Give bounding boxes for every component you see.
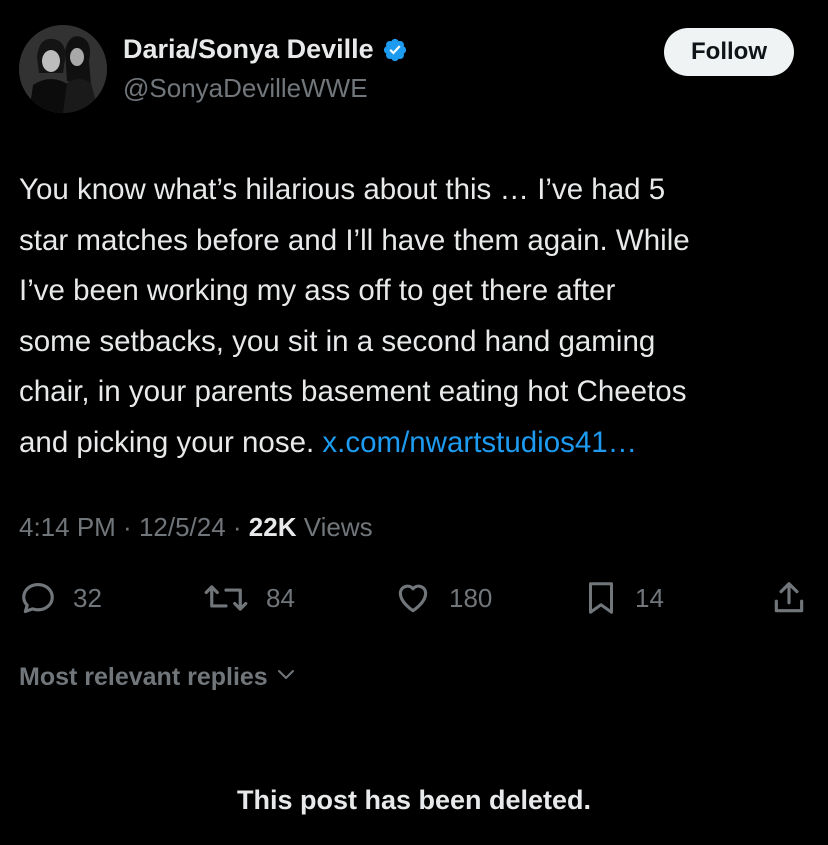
tweet-text-line: and picking your nose. xyxy=(19,425,323,459)
author-name-text[interactable]: Daria/Sonya Deville xyxy=(123,34,374,65)
bookmark-button[interactable]: 14 xyxy=(583,579,664,617)
repost-icon[interactable] xyxy=(202,579,250,617)
tweet-text-last-line: and picking your nose. x.com/nwartstudio… xyxy=(19,418,811,469)
tweet-link[interactable]: x.com/nwartstudios41… xyxy=(322,426,637,459)
chevron-down-icon[interactable] xyxy=(274,662,298,693)
follow-button[interactable]: Follow xyxy=(664,28,794,76)
tweet-text-line: some setbacks, you sit in a second hand … xyxy=(19,324,656,358)
like-count[interactable]: 180 xyxy=(449,583,492,614)
tweet-text-line: I’ve been working my ass off to get ther… xyxy=(19,274,616,308)
share-icon[interactable] xyxy=(770,579,808,617)
tweet-meta: 4:14 PM · 12/5/24 · 22K Views xyxy=(19,512,373,543)
reply-icon[interactable] xyxy=(19,579,57,617)
heart-icon[interactable] xyxy=(393,579,433,617)
tweet-text-line: You know what’s hilarious about this … I… xyxy=(19,173,666,206)
tweet-text-line: chair, in your parents basement eating h… xyxy=(19,375,687,409)
like-button[interactable]: 180 xyxy=(393,579,492,617)
tweet-actions: 32 84 180 14 xyxy=(0,575,828,621)
views-count[interactable]: 22K xyxy=(249,512,297,542)
repost-button[interactable]: 84 xyxy=(202,579,295,617)
tweet-text-line: star matches before and I’ll have them a… xyxy=(19,223,690,257)
replies-sort-dropdown[interactable]: Most relevant replies xyxy=(19,662,298,693)
share-button[interactable] xyxy=(770,579,808,617)
reply-button[interactable]: 32 xyxy=(19,579,102,617)
replies-sort-label[interactable]: Most relevant replies xyxy=(19,663,268,692)
views-label[interactable]: Views xyxy=(297,512,373,542)
tweet-text: You know what’s hilarious about this … I… xyxy=(19,165,811,469)
deleted-post-notice: This post has been deleted. xyxy=(236,785,592,815)
avatar[interactable] xyxy=(19,25,107,113)
tweet-time[interactable]: 4:14 PM xyxy=(19,512,116,542)
bookmark-icon[interactable] xyxy=(583,579,619,617)
tweet-date[interactable]: 12/5/24 xyxy=(139,512,226,542)
author-handle[interactable]: @SonyaDevilleWWE xyxy=(123,73,368,104)
repost-count[interactable]: 84 xyxy=(266,583,295,614)
meta-separator: · xyxy=(225,512,249,542)
bookmark-count[interactable]: 14 xyxy=(635,583,664,614)
verified-badge-icon[interactable] xyxy=(382,37,408,63)
meta-separator: · xyxy=(115,512,139,542)
author-display-name[interactable]: Daria/Sonya Deville xyxy=(123,34,408,65)
reply-count[interactable]: 32 xyxy=(73,583,102,614)
